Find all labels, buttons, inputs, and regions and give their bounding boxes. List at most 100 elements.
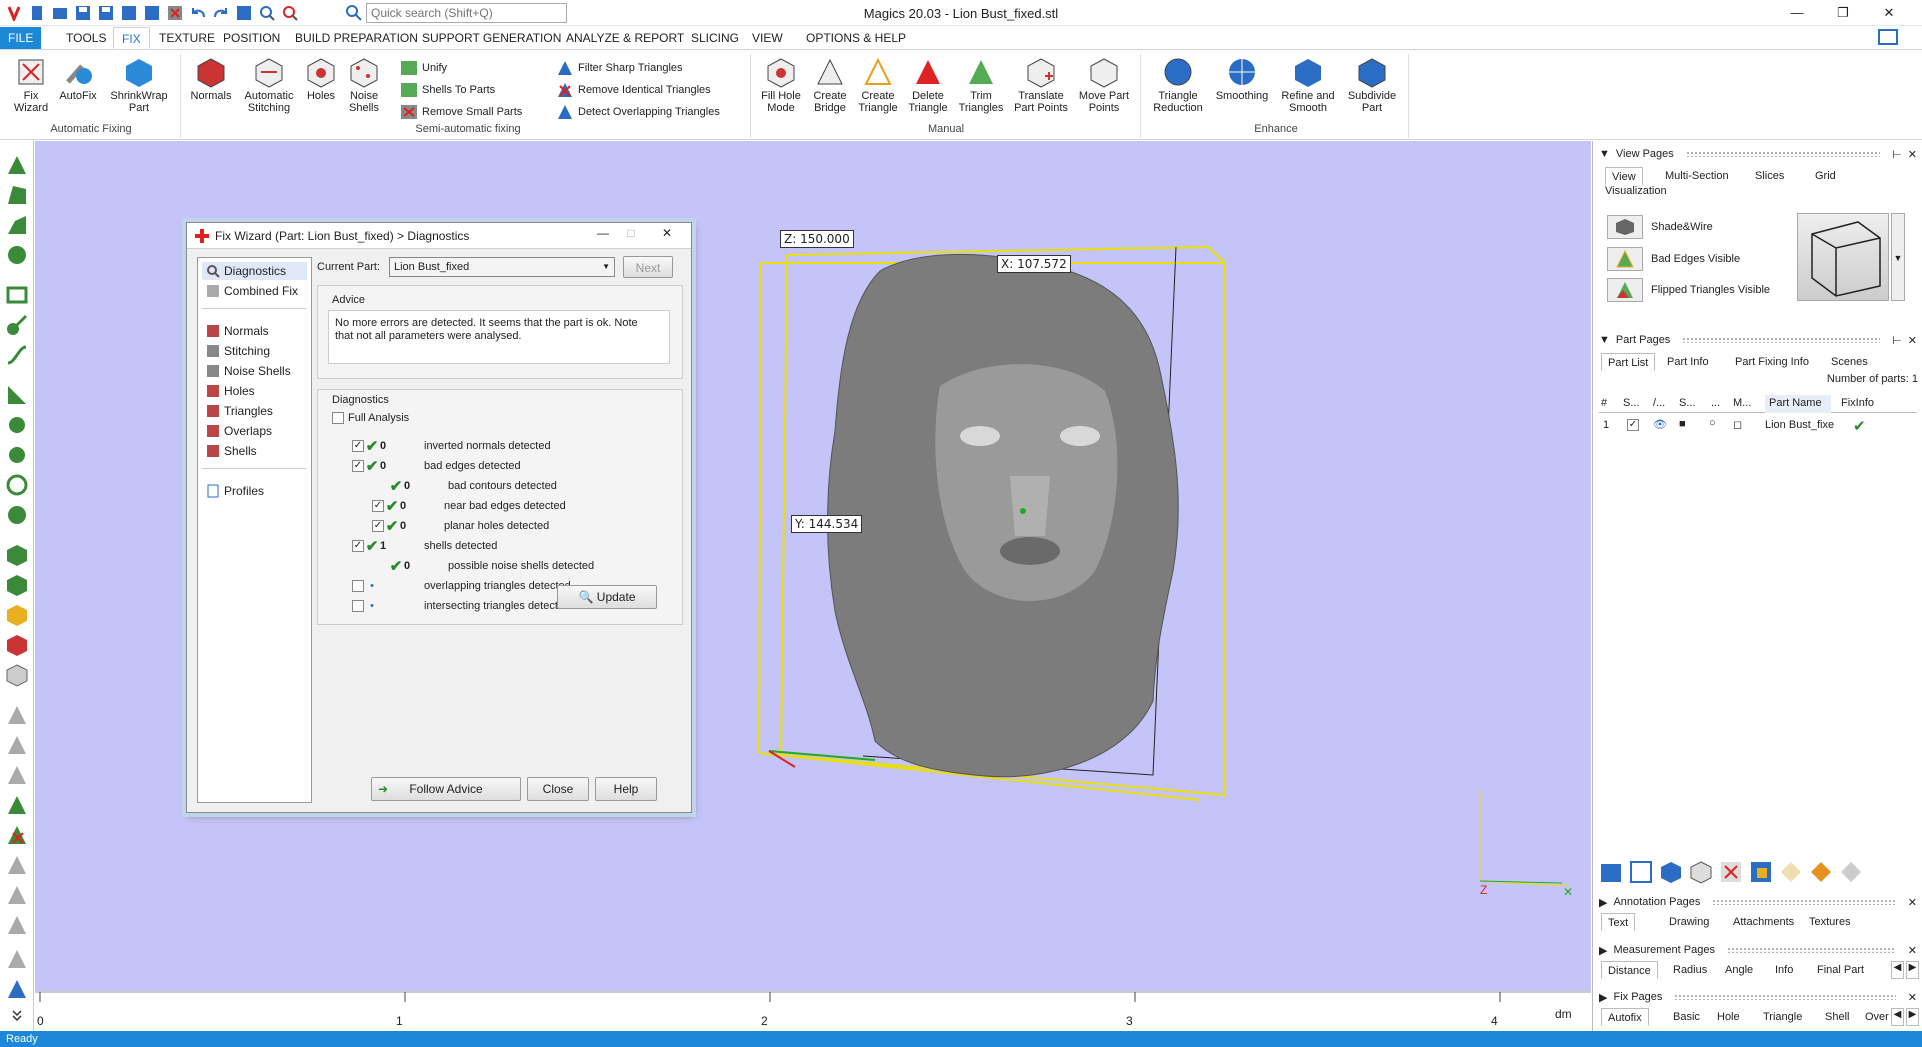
translate-part-points-button[interactable]: Translate Part Points [1010, 56, 1072, 114]
tab-angle[interactable]: Angle [1725, 961, 1753, 979]
fix-pages-header[interactable]: ▶ Fix Pages ✕ [1593, 988, 1922, 1006]
col-material[interactable]: M... [1733, 397, 1751, 409]
restore-button[interactable]: ❐ [1820, 2, 1866, 24]
tab-view[interactable]: VIEW [744, 27, 791, 49]
tab-basic[interactable]: Basic [1673, 1008, 1700, 1026]
lasso-tool-icon[interactable] [5, 283, 29, 307]
tab-triangle[interactable]: Triangle [1763, 1008, 1802, 1026]
update-button[interactable]: 🔍 Update [557, 585, 657, 609]
close-icon[interactable]: ✕ [1908, 944, 1917, 957]
remove-small-parts-button[interactable]: Remove Small Parts [400, 103, 522, 121]
zoom-fit-icon[interactable] [280, 3, 300, 23]
tab-scenes[interactable]: Scenes [1831, 353, 1868, 371]
mark-triangle-gray-icon[interactable] [5, 703, 29, 727]
tab-support-generation[interactable]: SUPPORT GENERATION [414, 27, 569, 49]
tab-slices[interactable]: Slices [1755, 167, 1784, 185]
row-checkbox[interactable] [352, 580, 364, 592]
tab-distance[interactable]: Distance [1601, 961, 1658, 979]
refine-and-smooth-button[interactable]: Refine and Smooth [1276, 56, 1340, 114]
normals-button[interactable]: Normals [188, 56, 234, 102]
delete-triangle-button[interactable]: Delete Triangle [904, 56, 952, 114]
triangle-reduction-button[interactable]: Triangle Reduction [1148, 56, 1208, 114]
pin-icon[interactable]: ⊢ [1892, 148, 1902, 161]
redo-icon[interactable] [211, 3, 231, 23]
tab-overlaps[interactable]: Over [1865, 1008, 1889, 1026]
unmark-red-icon[interactable] [5, 823, 29, 847]
full-analysis-checkbox[interactable]: Full Analysis [332, 410, 409, 426]
follow-advice-button[interactable]: ➜ Follow Advice [371, 777, 521, 801]
close-icon[interactable]: ✕ [1908, 896, 1917, 909]
circle-icon[interactable]: ○ [1709, 417, 1716, 429]
create-triangle-button[interactable]: Create Triangle [856, 56, 900, 114]
annotation-pages-header[interactable]: ▶ Annotation Pages ✕ [1593, 893, 1922, 911]
nav-overlaps[interactable]: Overlaps [206, 422, 272, 440]
tab-position[interactable]: POSITION [215, 27, 288, 49]
nav-triangles[interactable]: Triangles [206, 402, 273, 420]
nav-profiles[interactable]: Profiles [206, 482, 264, 500]
layout-icon[interactable] [1878, 29, 1900, 47]
tab-view-page[interactable]: View [1605, 167, 1643, 185]
scroll-right-icon[interactable]: ▶ [1906, 1008, 1919, 1026]
next-button[interactable]: Next [623, 256, 673, 278]
noise-shells-button[interactable]: Noise Shells [344, 56, 384, 114]
nav-holes[interactable]: Holes [206, 382, 255, 400]
part-pages-header[interactable]: ▼ Part Pages ⊢ ✕ [1593, 331, 1922, 349]
col-visible[interactable]: /... [1653, 397, 1665, 409]
add-part-icon[interactable] [1599, 860, 1623, 884]
tab-final-part[interactable]: Final Part [1817, 961, 1864, 979]
part-red-cube-icon[interactable] [5, 633, 29, 657]
close-part-icon[interactable] [165, 3, 185, 23]
tab-multi-section[interactable]: Multi-Section [1665, 167, 1729, 185]
tab-part-fixing-info[interactable]: Part Fixing Info [1735, 353, 1809, 371]
col-part-name[interactable]: Part Name [1765, 395, 1831, 413]
tab-info[interactable]: Info [1775, 961, 1793, 979]
view-pages-header[interactable]: ▼ View Pages ⊢ ✕ [1593, 145, 1922, 163]
tab-part-info[interactable]: Part Info [1667, 353, 1709, 371]
mark-surface-gray-icon[interactable] [5, 763, 29, 787]
nav-normals[interactable]: Normals [206, 322, 269, 340]
tab-part-list[interactable]: Part List [1601, 353, 1656, 371]
close-button[interactable]: Close [527, 777, 589, 801]
tab-attachments[interactable]: Attachments [1733, 913, 1794, 931]
current-part-select[interactable]: Lion Bust_fixed ▼ [389, 257, 615, 277]
dialog-maximize-button[interactable]: □ [617, 226, 645, 240]
subdivide-part-button[interactable]: Subdivide Part [1344, 56, 1400, 114]
smoothing-button[interactable]: Smoothing [1212, 56, 1272, 102]
mark-gray-4-icon[interactable] [5, 913, 29, 937]
shading-icon[interactable]: ■ [1679, 418, 1686, 430]
flipped-triangles-option[interactable]: Flipped Triangles Visible [1607, 278, 1770, 302]
tab-drawing[interactable]: Drawing [1669, 913, 1709, 931]
duplicate-part-icon[interactable] [1629, 860, 1653, 884]
new-file-icon[interactable] [27, 3, 47, 23]
shade-wire-option[interactable]: Shade&Wire [1607, 215, 1713, 239]
tab-file[interactable]: FILE [0, 27, 42, 49]
part-row[interactable]: 1 ✓ 👁 ■ ○ ◻ Lion Bust_fixe ✔ [1599, 417, 1917, 435]
tag-light-icon[interactable] [1779, 860, 1803, 884]
row-checkbox[interactable]: ✓ [352, 440, 364, 452]
nav-diagnostics[interactable]: Diagnostics [202, 262, 307, 280]
automatic-stitching-button[interactable]: Automatic Stitching [240, 56, 298, 114]
nav-noise-shells[interactable]: Noise Shells [206, 362, 291, 380]
tab-build-preparation[interactable]: BUILD PREPARATION [287, 27, 426, 49]
mark-plane-gray-icon[interactable] [5, 733, 29, 757]
select-box-tool-icon[interactable] [5, 383, 29, 407]
open-file-icon[interactable] [50, 3, 70, 23]
mark-gray-5-icon[interactable] [5, 947, 29, 971]
part-green-cube-icon[interactable] [5, 543, 29, 567]
dialog-close-button[interactable]: ✕ [647, 226, 687, 240]
close-icon[interactable]: ✕ [1908, 334, 1917, 347]
tab-radius[interactable]: Radius [1673, 961, 1707, 979]
brush-tool-icon[interactable] [5, 313, 29, 337]
part-green-cube-2-icon[interactable] [5, 573, 29, 597]
col-fixinfo[interactable]: FixInfo [1841, 397, 1874, 409]
trim-triangles-button[interactable]: Trim Triangles [956, 56, 1006, 114]
remove-part-icon[interactable] [1719, 860, 1743, 884]
save-all-icon[interactable] [142, 3, 162, 23]
row-checkbox[interactable]: ✓ [372, 500, 384, 512]
nav-stitching[interactable]: Stitching [206, 342, 270, 360]
select-shell-tool-icon[interactable] [5, 243, 29, 267]
col-select[interactable]: S... [1623, 397, 1640, 409]
fill-hole-mode-button[interactable]: Fill Hole Mode [756, 56, 806, 114]
tab-textures[interactable]: Textures [1809, 913, 1851, 931]
col-col5[interactable]: ... [1711, 397, 1720, 409]
